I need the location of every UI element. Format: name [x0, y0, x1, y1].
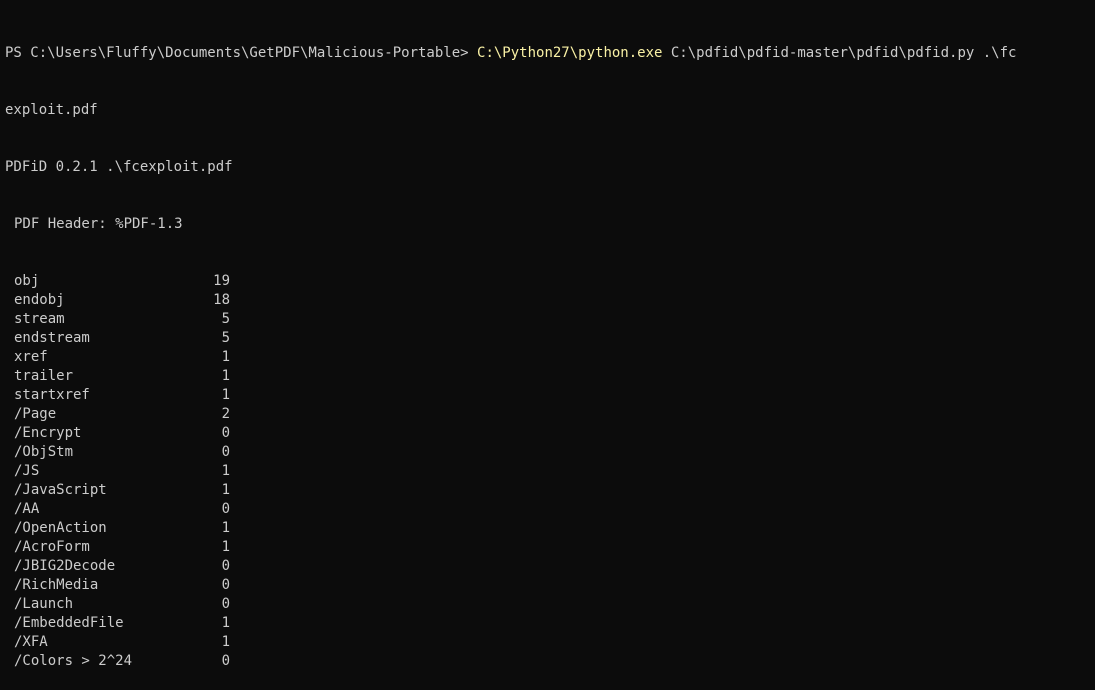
result-row: /AA 0	[5, 500, 1095, 519]
result-count: 1	[221, 482, 230, 498]
result-count: 1	[221, 387, 230, 403]
result-count: 0	[221, 425, 230, 441]
result-row: /EmbeddedFile 1	[5, 614, 1095, 633]
result-key: xref	[14, 349, 48, 365]
result-row: /AcroForm 1	[5, 538, 1095, 557]
result-key: startxref	[14, 387, 90, 403]
result-count: 1	[221, 615, 230, 631]
result-key: stream	[14, 311, 65, 327]
result-row: xref 1	[5, 348, 1095, 367]
result-count: 0	[221, 577, 230, 593]
result-key: endstream	[14, 330, 90, 346]
command-line: PS C:\Users\Fluffy\Documents\GetPDF\Mali…	[5, 44, 1095, 63]
result-count: 5	[221, 311, 230, 327]
result-key: trailer	[14, 368, 74, 384]
pdfid-version-line: PDFiD 0.2.1 .\fcexploit.pdf	[5, 159, 233, 175]
result-key: /Launch	[14, 596, 74, 612]
result-key: /JBIG2Decode	[14, 558, 116, 574]
result-row: stream 5	[5, 310, 1095, 329]
result-key: obj	[14, 273, 40, 289]
result-key: /XFA	[14, 634, 48, 650]
result-row: /ObjStm 0	[5, 443, 1095, 462]
result-count: 1	[221, 368, 230, 384]
result-row: startxref 1	[5, 386, 1095, 405]
result-key: /RichMedia	[14, 577, 99, 593]
result-key: /ObjStm	[14, 444, 74, 460]
result-count: 5	[221, 330, 230, 346]
result-count: 1	[221, 349, 230, 365]
result-count: 18	[213, 292, 230, 308]
result-row: trailer 1	[5, 367, 1095, 386]
command-args: C:\pdfid\pdfid-master\pdfid\pdfid.py .\f…	[662, 45, 1017, 61]
result-row: /OpenAction 1	[5, 519, 1095, 538]
result-key: endobj	[14, 292, 65, 308]
result-count: 1	[221, 539, 230, 555]
results-list: obj 19 endobj 18 stream 5 endstream 5 xref 1 trail…	[5, 272, 1095, 671]
result-count: 0	[221, 596, 230, 612]
result-row: /Encrypt 0	[5, 424, 1095, 443]
result-row: obj 19	[5, 272, 1095, 291]
prompt-text: PS C:\Users\Fluffy\Documents\GetPDF\Mali…	[5, 45, 478, 61]
result-key: /EmbeddedFile	[14, 615, 124, 631]
command-args-wrap: exploit.pdf	[5, 102, 98, 118]
result-key: /Page	[14, 406, 57, 422]
result-row: /Colors > 2^24 0	[5, 652, 1095, 671]
result-row: endobj 18	[5, 291, 1095, 310]
result-count: 0	[221, 444, 230, 460]
result-key: /JavaScript	[14, 482, 107, 498]
result-count: 19	[213, 273, 230, 289]
result-count: 0	[221, 558, 230, 574]
result-row: endstream 5	[5, 329, 1095, 348]
result-row: /JS 1	[5, 462, 1095, 481]
result-key: /AA	[14, 501, 40, 517]
result-count: 1	[221, 634, 230, 650]
result-row: /JBIG2Decode 0	[5, 557, 1095, 576]
result-count: 0	[221, 653, 230, 669]
result-row: /Launch 0	[5, 595, 1095, 614]
result-key: /Colors > 2^24	[14, 653, 133, 669]
result-row: /XFA 1	[5, 633, 1095, 652]
result-key: /Encrypt	[14, 425, 82, 441]
result-key: /JS	[14, 463, 40, 479]
result-row: /Page 2	[5, 405, 1095, 424]
python-executable: C:\Python27\python.exe	[477, 45, 663, 61]
terminal-window[interactable]: PS C:\Users\Fluffy\Documents\GetPDF\Mali…	[0, 0, 1095, 669]
pdf-header-line: PDF Header: %PDF-1.3	[14, 216, 183, 232]
result-key: /AcroForm	[14, 539, 90, 555]
result-count: 1	[221, 520, 230, 536]
result-row: /RichMedia 0	[5, 576, 1095, 595]
result-count: 0	[221, 501, 230, 517]
result-count: 2	[221, 406, 230, 422]
result-key: /OpenAction	[14, 520, 107, 536]
result-count: 1	[221, 463, 230, 479]
result-row: /JavaScript 1	[5, 481, 1095, 500]
